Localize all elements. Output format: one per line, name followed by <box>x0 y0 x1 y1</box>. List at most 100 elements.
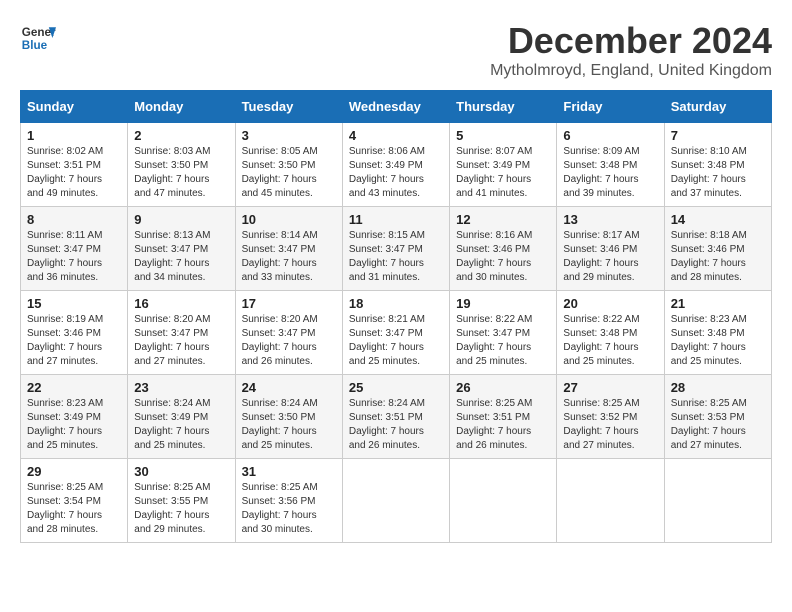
day-number: 29 <box>27 464 121 479</box>
calendar-cell: 13 Sunrise: 8:17 AMSunset: 3:46 PMDaylig… <box>557 207 664 291</box>
logo: General Blue <box>20 20 56 56</box>
calendar-cell: 27 Sunrise: 8:25 AMSunset: 3:52 PMDaylig… <box>557 375 664 459</box>
week-row-2: 8 Sunrise: 8:11 AMSunset: 3:47 PMDayligh… <box>21 207 772 291</box>
day-info: Sunrise: 8:11 AMSunset: 3:47 PMDaylight:… <box>27 230 102 283</box>
day-info: Sunrise: 8:24 AMSunset: 3:50 PMDaylight:… <box>242 398 318 451</box>
svg-text:Blue: Blue <box>22 39 48 52</box>
calendar-cell: 16 Sunrise: 8:20 AMSunset: 3:47 PMDaylig… <box>128 291 235 375</box>
day-info: Sunrise: 8:20 AMSunset: 3:47 PMDaylight:… <box>242 314 318 367</box>
day-number: 13 <box>563 212 657 227</box>
calendar-cell: 21 Sunrise: 8:23 AMSunset: 3:48 PMDaylig… <box>664 291 771 375</box>
calendar-cell: 17 Sunrise: 8:20 AMSunset: 3:47 PMDaylig… <box>235 291 342 375</box>
calendar-cell: 10 Sunrise: 8:14 AMSunset: 3:47 PMDaylig… <box>235 207 342 291</box>
day-info: Sunrise: 8:15 AMSunset: 3:47 PMDaylight:… <box>349 230 425 283</box>
calendar-cell: 26 Sunrise: 8:25 AMSunset: 3:51 PMDaylig… <box>450 375 557 459</box>
day-number: 20 <box>563 296 657 311</box>
calendar-cell: 11 Sunrise: 8:15 AMSunset: 3:47 PMDaylig… <box>342 207 449 291</box>
calendar-cell: 1 Sunrise: 8:02 AMSunset: 3:51 PMDayligh… <box>21 123 128 207</box>
header: General Blue December 2024 Mytholmroyd, … <box>20 20 772 80</box>
day-number: 12 <box>456 212 550 227</box>
day-number: 7 <box>671 128 765 143</box>
day-info: Sunrise: 8:25 AMSunset: 3:55 PMDaylight:… <box>134 482 210 535</box>
calendar-cell: 24 Sunrise: 8:24 AMSunset: 3:50 PMDaylig… <box>235 375 342 459</box>
day-info: Sunrise: 8:19 AMSunset: 3:46 PMDaylight:… <box>27 314 103 367</box>
calendar-cell: 31 Sunrise: 8:25 AMSunset: 3:56 PMDaylig… <box>235 459 342 543</box>
weekday-tuesday: Tuesday <box>235 91 342 123</box>
calendar-cell: 25 Sunrise: 8:24 AMSunset: 3:51 PMDaylig… <box>342 375 449 459</box>
day-number: 8 <box>27 212 121 227</box>
calendar-cell <box>342 459 449 543</box>
day-info: Sunrise: 8:16 AMSunset: 3:46 PMDaylight:… <box>456 230 532 283</box>
day-number: 23 <box>134 380 228 395</box>
day-info: Sunrise: 8:25 AMSunset: 3:54 PMDaylight:… <box>27 482 103 535</box>
day-number: 19 <box>456 296 550 311</box>
day-number: 17 <box>242 296 336 311</box>
calendar-cell: 20 Sunrise: 8:22 AMSunset: 3:48 PMDaylig… <box>557 291 664 375</box>
day-info: Sunrise: 8:18 AMSunset: 3:46 PMDaylight:… <box>671 230 747 283</box>
calendar-cell: 29 Sunrise: 8:25 AMSunset: 3:54 PMDaylig… <box>21 459 128 543</box>
calendar-cell: 28 Sunrise: 8:25 AMSunset: 3:53 PMDaylig… <box>664 375 771 459</box>
day-info: Sunrise: 8:17 AMSunset: 3:46 PMDaylight:… <box>563 230 639 283</box>
day-number: 14 <box>671 212 765 227</box>
day-info: Sunrise: 8:07 AMSunset: 3:49 PMDaylight:… <box>456 146 532 199</box>
week-row-1: 1 Sunrise: 8:02 AMSunset: 3:51 PMDayligh… <box>21 123 772 207</box>
day-number: 30 <box>134 464 228 479</box>
weekday-monday: Monday <box>128 91 235 123</box>
day-info: Sunrise: 8:09 AMSunset: 3:48 PMDaylight:… <box>563 146 639 199</box>
day-number: 25 <box>349 380 443 395</box>
weekday-sunday: Sunday <box>21 91 128 123</box>
day-number: 2 <box>134 128 228 143</box>
calendar-cell: 18 Sunrise: 8:21 AMSunset: 3:47 PMDaylig… <box>342 291 449 375</box>
day-info: Sunrise: 8:14 AMSunset: 3:47 PMDaylight:… <box>242 230 318 283</box>
day-number: 18 <box>349 296 443 311</box>
day-info: Sunrise: 8:21 AMSunset: 3:47 PMDaylight:… <box>349 314 425 367</box>
day-number: 22 <box>27 380 121 395</box>
calendar-cell: 23 Sunrise: 8:24 AMSunset: 3:49 PMDaylig… <box>128 375 235 459</box>
week-row-4: 22 Sunrise: 8:23 AMSunset: 3:49 PMDaylig… <box>21 375 772 459</box>
calendar-body: 1 Sunrise: 8:02 AMSunset: 3:51 PMDayligh… <box>21 123 772 543</box>
calendar-cell: 4 Sunrise: 8:06 AMSunset: 3:49 PMDayligh… <box>342 123 449 207</box>
day-number: 3 <box>242 128 336 143</box>
weekday-thursday: Thursday <box>450 91 557 123</box>
calendar-cell: 15 Sunrise: 8:19 AMSunset: 3:46 PMDaylig… <box>21 291 128 375</box>
day-number: 16 <box>134 296 228 311</box>
day-number: 24 <box>242 380 336 395</box>
day-info: Sunrise: 8:23 AMSunset: 3:48 PMDaylight:… <box>671 314 747 367</box>
calendar-cell <box>450 459 557 543</box>
calendar-cell: 19 Sunrise: 8:22 AMSunset: 3:47 PMDaylig… <box>450 291 557 375</box>
day-info: Sunrise: 8:23 AMSunset: 3:49 PMDaylight:… <box>27 398 103 451</box>
title-section: December 2024 Mytholmroyd, England, Unit… <box>490 20 772 80</box>
calendar-cell: 9 Sunrise: 8:13 AMSunset: 3:47 PMDayligh… <box>128 207 235 291</box>
day-number: 4 <box>349 128 443 143</box>
calendar-cell: 6 Sunrise: 8:09 AMSunset: 3:48 PMDayligh… <box>557 123 664 207</box>
day-number: 26 <box>456 380 550 395</box>
day-number: 11 <box>349 212 443 227</box>
day-info: Sunrise: 8:02 AMSunset: 3:51 PMDaylight:… <box>27 146 103 199</box>
day-number: 21 <box>671 296 765 311</box>
calendar-cell: 2 Sunrise: 8:03 AMSunset: 3:50 PMDayligh… <box>128 123 235 207</box>
day-info: Sunrise: 8:25 AMSunset: 3:56 PMDaylight:… <box>242 482 318 535</box>
calendar-cell: 5 Sunrise: 8:07 AMSunset: 3:49 PMDayligh… <box>450 123 557 207</box>
weekday-saturday: Saturday <box>664 91 771 123</box>
calendar-cell <box>557 459 664 543</box>
day-number: 28 <box>671 380 765 395</box>
day-number: 27 <box>563 380 657 395</box>
calendar-cell: 8 Sunrise: 8:11 AMSunset: 3:47 PMDayligh… <box>21 207 128 291</box>
day-number: 6 <box>563 128 657 143</box>
week-row-3: 15 Sunrise: 8:19 AMSunset: 3:46 PMDaylig… <box>21 291 772 375</box>
day-info: Sunrise: 8:22 AMSunset: 3:48 PMDaylight:… <box>563 314 639 367</box>
calendar-table: SundayMondayTuesdayWednesdayThursdayFrid… <box>20 90 772 543</box>
location-title: Mytholmroyd, England, United Kingdom <box>490 62 772 80</box>
calendar-cell: 3 Sunrise: 8:05 AMSunset: 3:50 PMDayligh… <box>235 123 342 207</box>
calendar-cell: 30 Sunrise: 8:25 AMSunset: 3:55 PMDaylig… <box>128 459 235 543</box>
day-number: 5 <box>456 128 550 143</box>
day-number: 1 <box>27 128 121 143</box>
calendar-cell: 22 Sunrise: 8:23 AMSunset: 3:49 PMDaylig… <box>21 375 128 459</box>
day-number: 15 <box>27 296 121 311</box>
weekday-friday: Friday <box>557 91 664 123</box>
day-info: Sunrise: 8:03 AMSunset: 3:50 PMDaylight:… <box>134 146 210 199</box>
day-info: Sunrise: 8:25 AMSunset: 3:52 PMDaylight:… <box>563 398 639 451</box>
calendar-cell: 7 Sunrise: 8:10 AMSunset: 3:48 PMDayligh… <box>664 123 771 207</box>
day-info: Sunrise: 8:20 AMSunset: 3:47 PMDaylight:… <box>134 314 210 367</box>
day-info: Sunrise: 8:22 AMSunset: 3:47 PMDaylight:… <box>456 314 532 367</box>
